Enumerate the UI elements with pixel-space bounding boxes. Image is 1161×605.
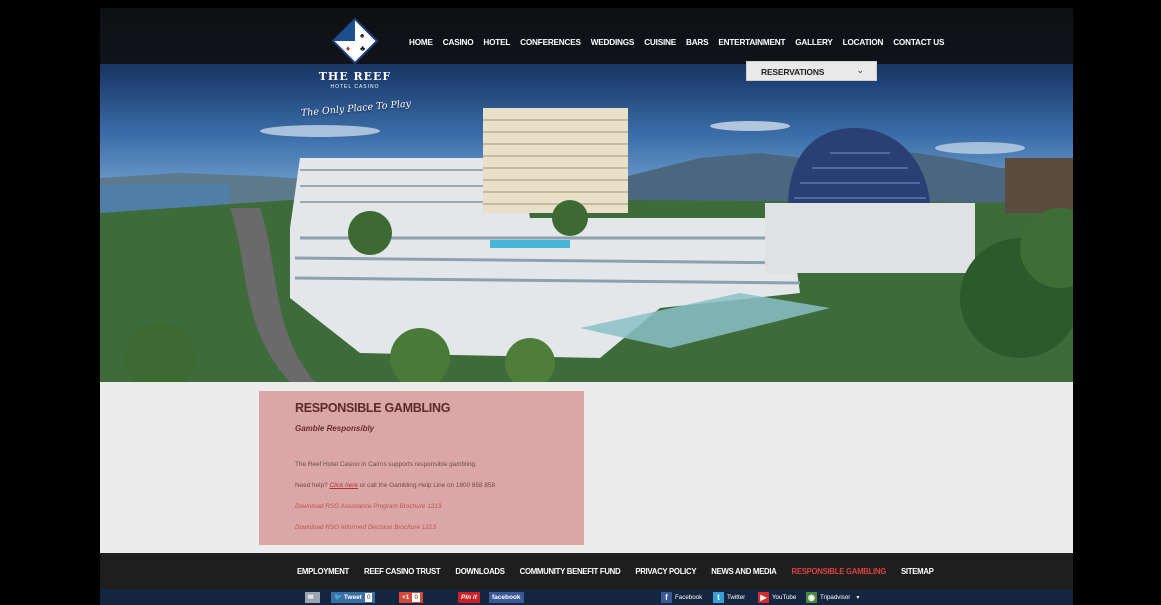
youtube-icon: ▶ <box>758 592 769 603</box>
tripadvisor-link-label: Tripadvisor <box>820 594 851 601</box>
tweet-count: 0 <box>364 593 373 602</box>
tweet-label: Tweet <box>343 594 362 601</box>
nav-home[interactable]: HOME <box>409 38 433 47</box>
page-subtitle: Gamble Responsibly <box>295 424 375 433</box>
nav-entertainment[interactable]: ENTERTAINMENT <box>718 38 785 47</box>
nav-gallery[interactable]: GALLERY <box>795 38 833 47</box>
footer-link-reef-casino-trust[interactable]: REEF CASINO TRUST <box>364 567 441 576</box>
tripadvisor-link[interactable]: ◉ Tripadvisor ▾ <box>806 592 859 603</box>
help-text-after: or call the Gambling Help Line on 1800 8… <box>357 482 496 489</box>
tripadvisor-owl-icon: ◉ <box>806 592 817 603</box>
social-bar: ✉ 🐦 Tweet 0 +1 0 Pin it facebook f Facebook… <box>100 589 1073 605</box>
page-title: RESPONSIBLE GAMBLING <box>295 401 451 415</box>
nav-bars[interactable]: BARS <box>686 38 709 47</box>
website: ♠ ♦ ♣ THE REEF HOTEL CASINO The Only Pla… <box>100 8 1073 605</box>
chevron-down-icon: ⌄ <box>856 65 864 75</box>
brand-name: THE REEF <box>318 70 392 83</box>
svg-text:♦: ♦ <box>346 44 350 53</box>
gplus-label: +1 <box>402 594 410 601</box>
facebook-link[interactable]: f Facebook <box>661 592 702 603</box>
informed-decision-brochure-link[interactable]: Download RSG Informed Decision Brochure … <box>295 524 436 531</box>
footer-link-privacy-policy[interactable]: PRIVACY POLICY <box>635 567 696 576</box>
nav-cuisine[interactable]: CUISINE <box>644 38 676 47</box>
header-bar <box>100 8 1073 64</box>
help-text-before: Need help? <box>295 482 330 489</box>
gplus-count: 0 <box>412 593 421 602</box>
responsible-gambling-panel: RESPONSIBLE GAMBLING Gamble Responsibly … <box>259 391 584 545</box>
footer-link-responsible-gambling[interactable]: RESPONSIBLE GAMBLING <box>792 567 887 576</box>
twitter-link[interactable]: t Twitter <box>713 592 745 603</box>
email-share-icon[interactable]: ✉ <box>305 592 320 603</box>
help-text: Need help? Click here or call the Gambli… <box>295 482 495 489</box>
youtube-link[interactable]: ▶ YouTube <box>758 592 796 603</box>
svg-text:♣: ♣ <box>360 44 366 53</box>
nav-weddings[interactable]: WEDDINGS <box>591 38 635 47</box>
google-plus-button[interactable]: +1 0 <box>399 592 424 603</box>
footer-link-news-and-media[interactable]: NEWS AND MEDIA <box>711 567 777 576</box>
pin-it-button[interactable]: Pin it <box>458 592 480 603</box>
site-logo[interactable]: ♠ ♦ ♣ THE REEF HOTEL CASINO <box>313 18 397 90</box>
click-here-link[interactable]: Click here <box>329 482 357 489</box>
reservations-label: RESERVATIONS <box>761 67 825 77</box>
tweet-button[interactable]: 🐦 Tweet 0 <box>331 592 376 603</box>
twitter-bird-icon: 🐦 <box>334 594 343 601</box>
footer-link-community-benefit-fund[interactable]: COMMUNITY BENEFIT FUND <box>520 567 621 576</box>
footer-link-sitemap[interactable]: SITEMAP <box>901 567 934 576</box>
nav-hotel[interactable]: HOTEL <box>483 38 510 47</box>
brand-subname: HOTEL CASINO <box>330 84 380 90</box>
nav-conferences[interactable]: CONFERENCES <box>520 38 581 47</box>
nav-contact-us[interactable]: CONTACT US <box>893 38 944 47</box>
diamond-card-logo-icon: ♠ ♦ ♣ <box>332 18 378 64</box>
footer-link-downloads[interactable]: DOWNLOADS <box>455 567 505 576</box>
main-content: RESPONSIBLE GAMBLING Gamble Responsibly … <box>100 382 1073 553</box>
youtube-link-label: YouTube <box>772 594 797 601</box>
footer-links: EMPLOYMENT REEF CASINO TRUST DOWNLOADS C… <box>297 567 949 576</box>
assistance-brochure-link[interactable]: Download RSG Assistance Program Brochure… <box>295 503 441 510</box>
facebook-link-label: Facebook <box>675 594 703 601</box>
intro-text: The Reef Hotel Casino in Cairns supports… <box>295 461 477 468</box>
nav-casino[interactable]: CASINO <box>443 38 474 47</box>
hero-banner: ♠ ♦ ♣ THE REEF HOTEL CASINO The Only Pla… <box>100 8 1073 382</box>
more-chevron-icon[interactable]: ▾ <box>856 594 859 601</box>
footer-link-employment[interactable]: EMPLOYMENT <box>297 567 349 576</box>
facebook-like-button[interactable]: facebook <box>489 592 524 603</box>
footer-bar: EMPLOYMENT REEF CASINO TRUST DOWNLOADS C… <box>100 553 1073 589</box>
twitter-icon: t <box>713 592 724 603</box>
main-navigation: HOME CASINO HOTEL CONFERENCES WEDDINGS C… <box>409 38 954 47</box>
nav-location[interactable]: LOCATION <box>843 38 884 47</box>
twitter-link-label: Twitter <box>727 594 746 601</box>
facebook-icon: f <box>661 592 672 603</box>
hero-photo <box>100 108 1073 382</box>
reservations-dropdown[interactable]: RESERVATIONS ⌄ <box>746 61 877 81</box>
